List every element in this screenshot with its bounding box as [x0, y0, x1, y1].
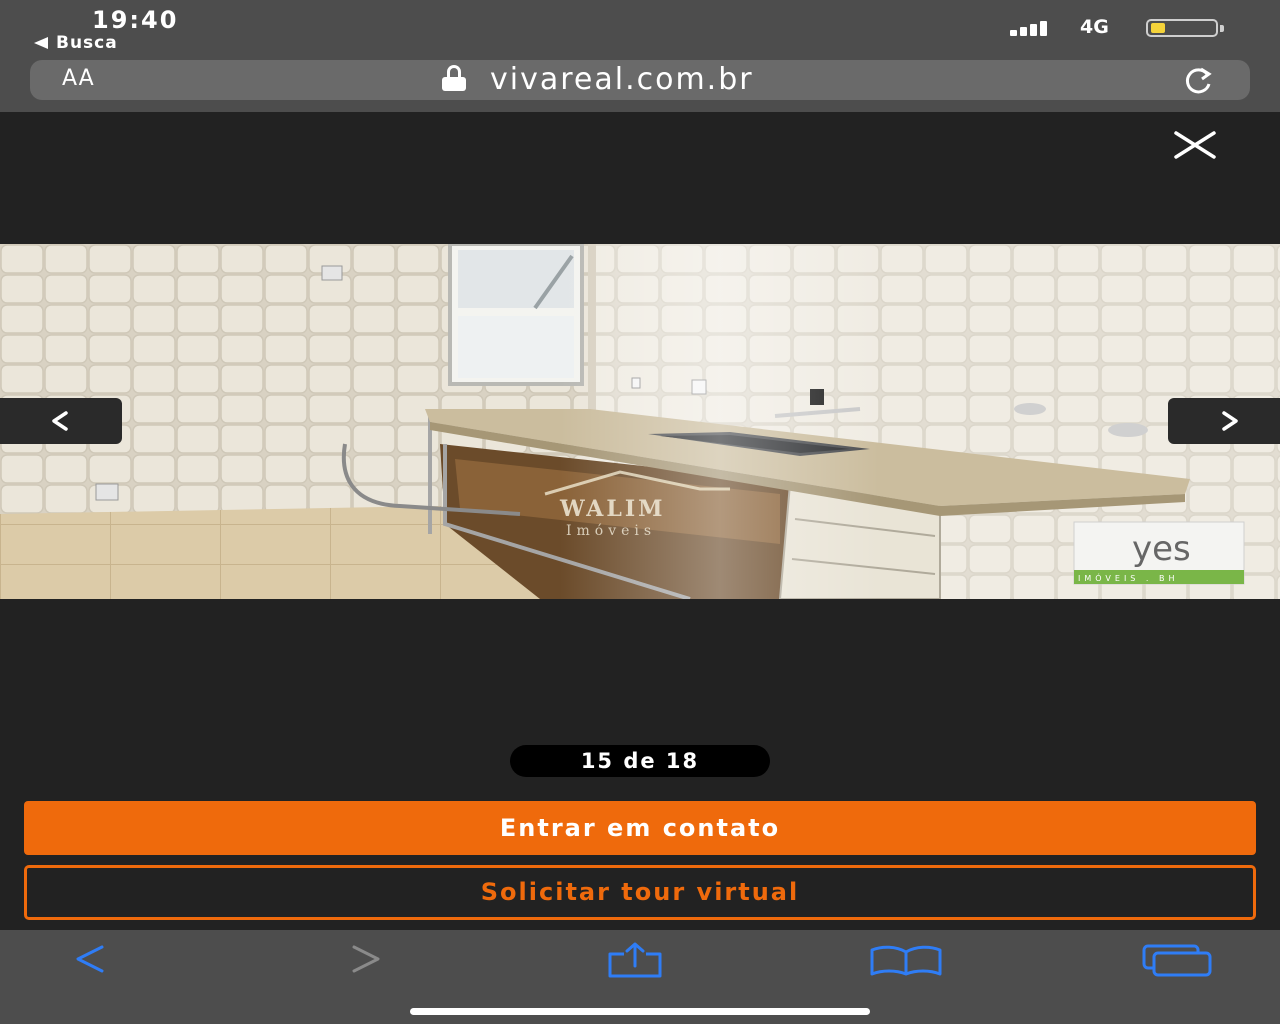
share-icon[interactable]: [604, 942, 666, 978]
photo-counter: 15 de 18: [510, 745, 770, 777]
back-to-app-link[interactable]: Busca: [34, 33, 118, 53]
forward-arrow-icon[interactable]: [346, 942, 386, 976]
back-app-label: Busca: [56, 33, 118, 53]
battery-icon: [1146, 19, 1224, 37]
book-icon[interactable]: [868, 942, 944, 978]
watermark-sub: Imóveis: [566, 523, 656, 539]
back-arrow-icon[interactable]: [70, 942, 110, 976]
agency-logo-sub: IMÓVEIS . BH: [1078, 572, 1179, 583]
status-time: 19:40: [92, 6, 179, 34]
home-indicator: [410, 1008, 870, 1015]
next-photo-button[interactable]: [1168, 398, 1280, 444]
close-icon[interactable]: [1172, 130, 1218, 160]
photo-viewer: WALIM Imóveis yes IMÓVEIS . BH 15 de 18 …: [0, 112, 1280, 930]
watermark-brand: WALIM: [559, 496, 665, 522]
chevron-right-icon: [1222, 411, 1238, 431]
agency-logo-text: yes: [1132, 529, 1191, 569]
previous-photo-button[interactable]: [0, 398, 122, 444]
browser-toolbar: [0, 930, 1280, 1024]
reader-options-button[interactable]: AA: [62, 66, 95, 91]
signal-icon: [1010, 20, 1047, 36]
kitchen-photo: WALIM Imóveis yes IMÓVEIS . BH: [0, 244, 1280, 599]
reload-icon[interactable]: [1174, 66, 1220, 96]
lock-icon: [442, 65, 466, 91]
url-text[interactable]: vivareal.com.br: [490, 62, 754, 97]
virtual-tour-button[interactable]: Solicitar tour virtual: [24, 865, 1256, 920]
tabs-icon[interactable]: [1140, 942, 1214, 978]
network-type: 4G: [1080, 16, 1109, 38]
browser-top-bar: 19:40 Busca 4G AA vivareal.com.br: [0, 0, 1280, 112]
contact-button[interactable]: Entrar em contato: [24, 801, 1256, 855]
gallery-photo: WALIM Imóveis yes IMÓVEIS . BH: [0, 244, 1280, 599]
chevron-left-icon: [52, 411, 68, 431]
back-triangle-icon: [34, 37, 48, 49]
url-bar[interactable]: AA vivareal.com.br: [30, 60, 1250, 100]
